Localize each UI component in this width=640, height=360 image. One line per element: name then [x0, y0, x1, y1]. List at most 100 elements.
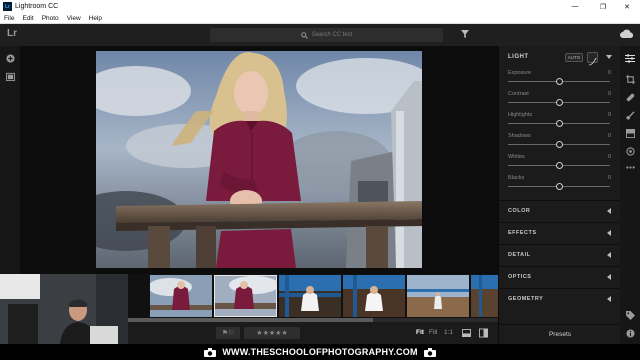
right-rail — [620, 46, 640, 344]
thumbnail[interactable] — [279, 275, 341, 317]
chevron-left-icon — [607, 252, 611, 258]
section-detail[interactable]: DETAIL — [499, 244, 621, 264]
slider-blacks[interactable]: Blacks 0 — [499, 173, 621, 194]
filmstrip — [128, 274, 498, 322]
slider-label: Highlights — [508, 112, 533, 118]
camera-icon — [423, 347, 436, 357]
search-input[interactable]: Search CC test — [210, 28, 443, 42]
slider-knob[interactable] — [555, 162, 563, 169]
thumbnail[interactable] — [471, 275, 498, 317]
window-titlebar: Lr Lightroom CC — ❐ ✕ — [0, 0, 640, 13]
fit-button[interactable]: Fit — [416, 329, 424, 336]
slider-value: 0 — [607, 70, 611, 76]
slider-knob[interactable] — [555, 99, 563, 106]
slider-track[interactable] — [508, 99, 610, 106]
filter-icon[interactable] — [461, 30, 469, 38]
fill-button[interactable]: Fill — [429, 329, 437, 336]
slider-track[interactable] — [508, 141, 610, 148]
edit-panel: LIGHT AUTO Exposure 0 Contrast 0 Highlights 0… — [498, 46, 621, 344]
filmstrip-view-icon[interactable] — [462, 329, 471, 337]
before-after-icon[interactable] — [479, 328, 488, 338]
search-icon — [300, 31, 308, 39]
slider-label: Whites — [508, 154, 525, 160]
thumbnail[interactable] — [343, 275, 405, 317]
one-to-one-button[interactable]: 1:1 — [444, 329, 453, 336]
thumbnail[interactable] — [407, 275, 469, 317]
edit-sliders-icon[interactable] — [625, 53, 635, 63]
auto-button[interactable]: AUTO — [565, 53, 583, 62]
left-rail — [0, 46, 20, 274]
more-options-icon[interactable] — [625, 162, 635, 172]
slider-shadows[interactable]: Shadows 0 — [499, 131, 621, 152]
chevron-left-icon — [607, 208, 611, 214]
maximize-button[interactable]: ❐ — [590, 0, 616, 13]
thumbnail-selected[interactable] — [214, 275, 277, 317]
lightroom-app-icon: Lr — [3, 2, 12, 11]
slider-contrast[interactable]: Contrast 0 — [499, 89, 621, 110]
search-placeholder: Search CC test — [311, 32, 353, 38]
close-button[interactable]: ✕ — [614, 0, 640, 13]
healing-brush-icon[interactable] — [625, 92, 635, 102]
photo-canvas — [20, 46, 498, 274]
radial-gradient-icon[interactable] — [625, 146, 635, 156]
info-icon[interactable] — [625, 328, 635, 338]
watermark-text: WWW.THESCHOOLOFPHOTOGRAPHY.COM — [222, 347, 418, 357]
camera-icon — [204, 347, 217, 357]
menu-help[interactable]: Help — [89, 15, 102, 22]
slider-knob[interactable] — [555, 183, 563, 190]
section-title: COLOR — [508, 208, 531, 214]
chevron-left-icon — [607, 296, 611, 302]
slider-label: Contrast — [508, 91, 529, 97]
slider-value: 0 — [607, 175, 611, 181]
brush-icon[interactable] — [625, 110, 635, 120]
slider-value: 0 — [607, 154, 611, 160]
section-geometry[interactable]: GEOMETRY — [499, 288, 621, 308]
slider-knob[interactable] — [555, 141, 563, 148]
slider-label: Blacks — [508, 175, 525, 181]
webcam-inset — [0, 274, 128, 344]
section-color[interactable]: COLOR — [499, 200, 621, 220]
slider-knob[interactable] — [555, 78, 563, 85]
menu-file[interactable]: File — [4, 15, 14, 22]
slider-knob[interactable] — [555, 120, 563, 127]
slider-exposure[interactable]: Exposure 0 — [499, 68, 621, 89]
lr-logo: Lr — [7, 28, 17, 39]
watermark-banner: WWW.THESCHOOLOFPHOTOGRAPHY.COM — [0, 344, 640, 360]
section-effects[interactable]: EFFECTS — [499, 222, 621, 242]
portrait-photo — [96, 51, 422, 268]
presets-button[interactable]: Presets — [499, 324, 621, 344]
linear-gradient-icon[interactable] — [625, 128, 635, 138]
cloud-icon[interactable] — [620, 29, 634, 39]
light-section-header[interactable]: LIGHT AUTO — [499, 46, 621, 68]
tone-curve-button[interactable] — [587, 52, 598, 66]
slider-value: 0 — [607, 112, 611, 118]
slider-label: Exposure — [508, 70, 532, 76]
menu-photo[interactable]: Photo — [42, 15, 59, 22]
menu-bar: File Edit Photo View Help — [0, 13, 640, 24]
slider-track[interactable] — [508, 120, 610, 127]
slider-track[interactable] — [508, 162, 610, 169]
library-icon[interactable] — [5, 71, 15, 81]
thumbnail[interactable] — [150, 275, 212, 317]
slider-track[interactable] — [508, 183, 610, 190]
keyword-tag-icon[interactable] — [625, 310, 635, 320]
slider-value: 0 — [607, 133, 611, 139]
minimize-button[interactable]: — — [562, 0, 588, 13]
section-title: DETAIL — [508, 252, 531, 258]
flag-buttons[interactable]: ⚑⚐ — [216, 327, 240, 339]
slider-highlights[interactable]: Highlights 0 — [499, 110, 621, 131]
menu-view[interactable]: View — [67, 15, 81, 22]
slider-track[interactable] — [508, 78, 610, 85]
slider-whites[interactable]: Whites 0 — [499, 152, 621, 173]
add-photos-icon[interactable] — [5, 53, 15, 63]
section-optics[interactable]: OPTICS — [499, 266, 621, 286]
chevron-down-icon[interactable] — [606, 55, 612, 59]
star-rating[interactable]: ★★★★★ — [244, 327, 300, 339]
main-photo[interactable] — [96, 51, 422, 268]
bottom-toolbar: ⚑⚐ ★★★★★ Fit Fill 1:1 — [128, 322, 498, 344]
slider-label: Shadows — [508, 133, 531, 139]
menu-edit[interactable]: Edit — [22, 15, 33, 22]
chevron-left-icon — [607, 230, 611, 236]
crop-icon[interactable] — [625, 74, 635, 84]
window-title: Lightroom CC — [15, 3, 59, 10]
